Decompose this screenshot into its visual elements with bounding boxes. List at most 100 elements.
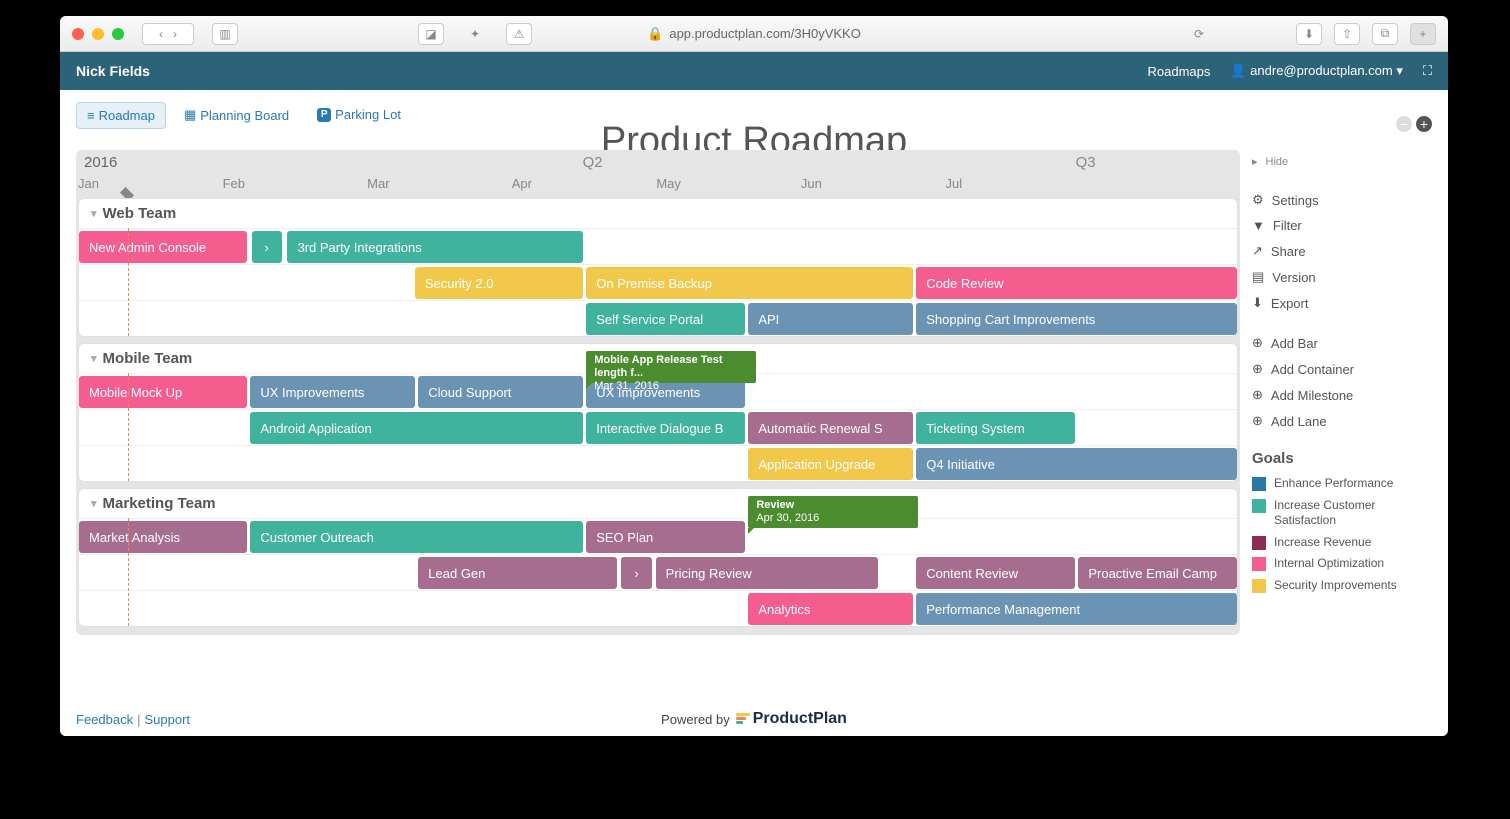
milestone[interactable]: Mobile App Release Test length f...Mar 3…	[586, 351, 756, 383]
new-tab-icon[interactable]: +	[1410, 23, 1436, 45]
view-tabs: ≡ Roadmap ▦ Planning Board P Parking Lot…	[60, 90, 1448, 150]
milestone[interactable]: ReviewApr 30, 2016	[748, 496, 918, 528]
settings-button[interactable]: ⚙Settings	[1252, 187, 1432, 213]
month-label: May	[656, 176, 681, 191]
back-forward-buttons[interactable]: ‹ ›	[142, 23, 194, 45]
user-email: andre@productplan.com	[1250, 63, 1393, 78]
feedback-link[interactable]: Feedback	[76, 712, 133, 727]
roadmap-bar[interactable]: New Admin Console	[79, 231, 247, 263]
support-link[interactable]: Support	[144, 712, 190, 727]
roadmap-bar[interactable]: Ticketing System	[916, 412, 1075, 444]
label: Add Lane	[1271, 414, 1327, 429]
productplan-logo[interactable]: ProductPlan	[736, 710, 847, 728]
share-button[interactable]: ↗Share	[1252, 238, 1432, 264]
filter-button[interactable]: ▼ Filter	[1252, 213, 1432, 238]
roadmap-bar[interactable]: Lead Gen	[418, 557, 617, 589]
roadmap-bar[interactable]: Self Service Portal	[586, 303, 745, 335]
roadmap-bar[interactable]: UX Improvements	[250, 376, 414, 408]
lock-icon: 🔒	[647, 26, 663, 42]
roadmap-bar[interactable]: Pricing Review	[656, 557, 878, 589]
add-bar-button[interactable]: ⊕Add Bar	[1252, 330, 1432, 356]
roadmap-bar[interactable]: Security 2.0	[415, 267, 583, 299]
goal-label: Enhance Performance	[1274, 476, 1393, 492]
goal-item[interactable]: Increase Revenue	[1252, 532, 1432, 554]
share-icon[interactable]: ⇧	[1334, 23, 1360, 45]
lane-body: Mobile App Release Test length f...Mar 3…	[79, 373, 1237, 481]
roadmap-bar[interactable]: Q4 Initiative	[916, 448, 1237, 480]
roadmap-bar[interactable]: Mobile Mock Up	[79, 376, 247, 408]
fullscreen-icon[interactable]: ⛶	[1423, 63, 1432, 79]
zoom-controls: − +	[1396, 116, 1432, 132]
lane-row: Security 2.0On Premise BackupCode Review	[79, 264, 1237, 300]
wand-icon[interactable]: ✦	[462, 23, 488, 45]
zoom-in-button[interactable]: +	[1416, 116, 1432, 132]
roadmap-bar[interactable]: 3rd Party Integrations	[287, 231, 582, 263]
goal-swatch	[1252, 579, 1266, 593]
tabs-icon[interactable]: ⧉	[1372, 23, 1398, 45]
roadmap-bar[interactable]: On Premise Backup	[586, 267, 913, 299]
warning-icon[interactable]: ⚠	[506, 23, 532, 45]
roadmap-bar[interactable]: Analytics	[748, 593, 912, 625]
zoom-out-button[interactable]: −	[1396, 116, 1412, 132]
close-window-icon[interactable]	[72, 28, 84, 40]
roadmap-bar[interactable]: Application Upgrade	[748, 448, 912, 480]
app-header: Nick Fields Roadmaps 👤 andre@productplan…	[60, 52, 1448, 90]
plus-icon: ⊕	[1252, 361, 1263, 377]
goal-item[interactable]: Internal Optimization	[1252, 553, 1432, 575]
today-line	[128, 228, 129, 336]
roadmap-bar[interactable]: Proactive Email Camp	[1078, 557, 1237, 589]
roadmap-bar[interactable]: ›	[621, 557, 652, 589]
label: Filter	[1273, 218, 1302, 233]
maximize-window-icon[interactable]	[112, 28, 124, 40]
lane-row: AnalyticsPerformance Management	[79, 590, 1237, 626]
goal-item[interactable]: Security Improvements	[1252, 575, 1432, 597]
goal-item[interactable]: Increase Customer Satisfaction	[1252, 495, 1432, 532]
url-bar[interactable]: 🔒 app.productplan.com/3H0yVKKO	[647, 26, 861, 42]
add-container-button[interactable]: ⊕ Add Container	[1252, 356, 1432, 382]
lane-header[interactable]: ▾Marketing Team	[79, 489, 1237, 518]
roadmap-bar[interactable]: Automatic Renewal S	[748, 412, 912, 444]
reload-icon[interactable]: ⟳	[1186, 23, 1212, 45]
user-menu[interactable]: 👤 andre@productplan.com ▾	[1230, 63, 1403, 79]
roadmap-bar[interactable]: Code Review	[916, 267, 1237, 299]
gear-icon: ⚙	[1252, 192, 1264, 208]
goal-label: Security Improvements	[1274, 578, 1397, 594]
goal-item[interactable]: Enhance Performance	[1252, 473, 1432, 495]
roadmap-bar[interactable]: Market Analysis	[79, 521, 247, 553]
goal-swatch	[1252, 536, 1266, 550]
today-line	[128, 518, 129, 626]
filter-icon: ▼	[1252, 218, 1265, 233]
browser-nav: ‹ › ▥	[142, 23, 238, 45]
roadmap-bar[interactable]: Performance Management	[916, 593, 1237, 625]
roadmaps-link[interactable]: Roadmaps	[1147, 64, 1210, 79]
tool-icon[interactable]: ◪	[418, 23, 444, 45]
label: Add Container	[1271, 362, 1354, 377]
download-icon[interactable]: ⬇	[1296, 23, 1322, 45]
chevron-down-icon: ▾	[91, 497, 97, 510]
export-button[interactable]: ⬇Export	[1252, 290, 1432, 316]
lane-row: Market AnalysisCustomer OutreachSEO Plan	[79, 518, 1237, 554]
lane-header[interactable]: ▾Web Team	[79, 199, 1237, 228]
browser-chrome: ‹ › ▥ ◪ ✦ ⚠ 🔒 app.productplan.com/3H0yVK…	[60, 16, 1448, 52]
sidebar-toggle-icon[interactable]: ▥	[212, 23, 238, 45]
lane-row: Application UpgradeQ4 Initiative	[79, 445, 1237, 481]
add-lane-button[interactable]: ⊕Add Lane	[1252, 408, 1432, 434]
roadmap-bar[interactable]: Content Review	[916, 557, 1075, 589]
roadmap-bar[interactable]: Shopping Cart Improvements	[916, 303, 1237, 335]
quarter-label: Q2	[583, 154, 603, 171]
powered-by: Powered by ProductPlan	[661, 710, 847, 728]
version-button[interactable]: ▤Version	[1252, 264, 1432, 290]
roadmap-bar[interactable]: Customer Outreach	[250, 521, 582, 553]
minimize-window-icon[interactable]	[92, 28, 104, 40]
roadmap-bar[interactable]: Android Application	[250, 412, 582, 444]
roadmap-bar[interactable]: SEO Plan	[586, 521, 745, 553]
roadmap-bar[interactable]: API	[748, 303, 912, 335]
roadmap-bar[interactable]: Cloud Support	[418, 376, 582, 408]
user-icon: 👤	[1230, 63, 1246, 78]
today-line	[128, 373, 129, 481]
roadmap-bar[interactable]: ›	[252, 231, 282, 263]
roadmap-bar[interactable]: Interactive Dialogue B	[586, 412, 745, 444]
lane-body: ReviewApr 30, 2016Market AnalysisCustome…	[79, 518, 1237, 626]
add-milestone-button[interactable]: ⊕Add Milestone	[1252, 382, 1432, 408]
lane-container: ▾Web Team New Admin Console›3rd Party Int…	[78, 198, 1238, 337]
